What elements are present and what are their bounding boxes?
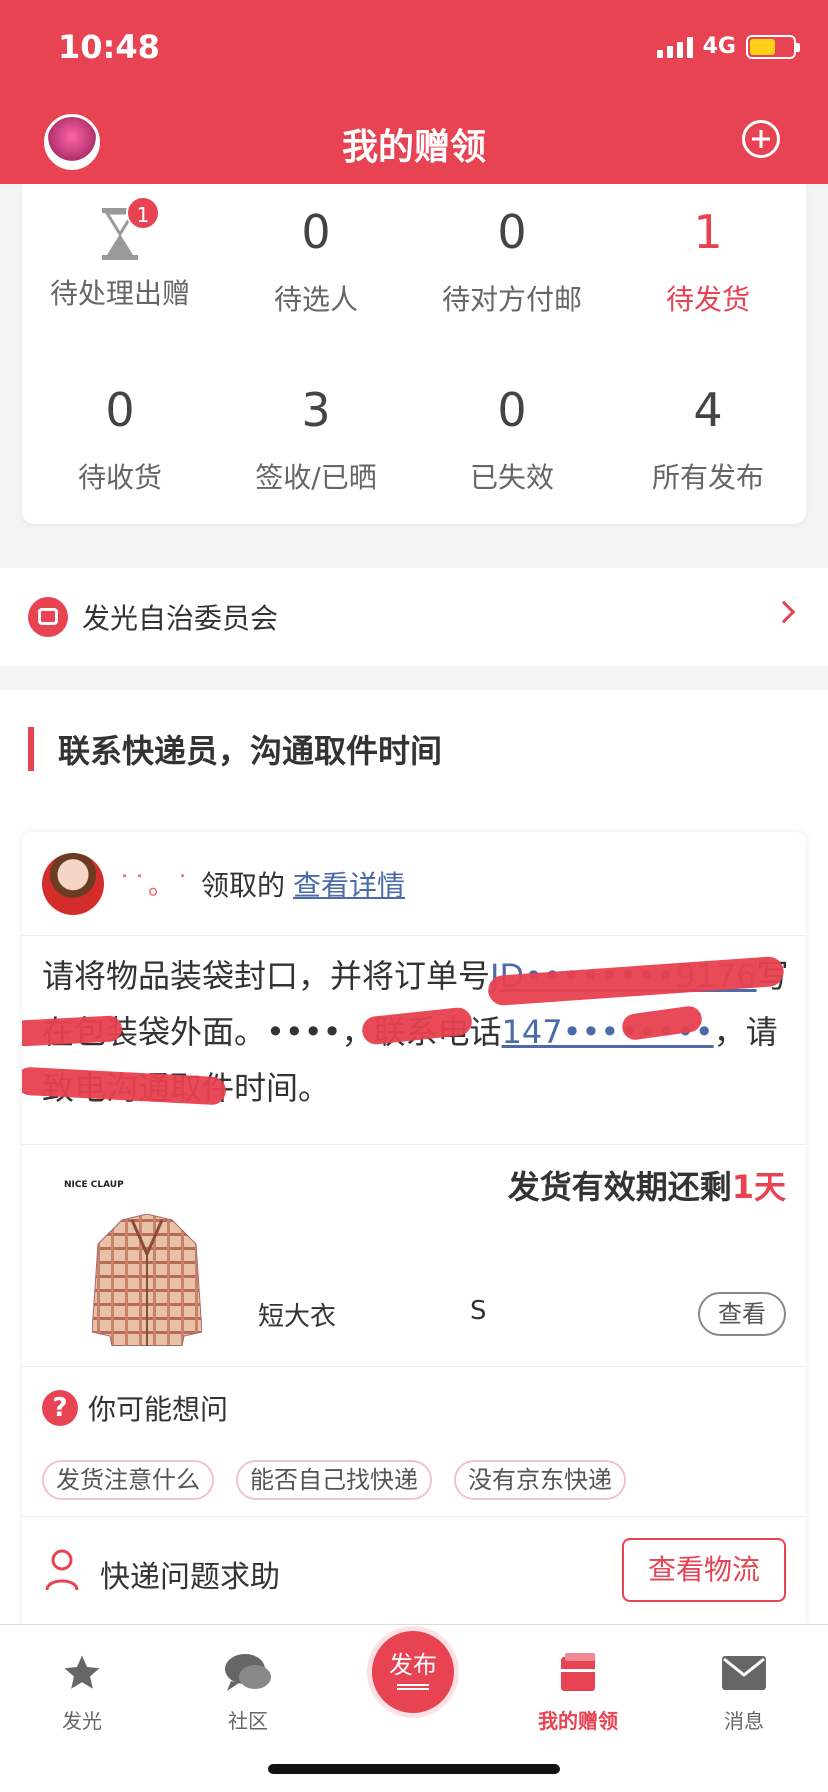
- chat-icon: [188, 1647, 308, 1699]
- faq-section: ? 你可能想问 发货注意什么 能否自己找快递 没有京东快递: [22, 1366, 806, 1516]
- claimer-text: 领取的: [201, 868, 286, 902]
- deadline-label: 发货有效期还剩: [507, 1168, 732, 1206]
- tab-label: 消息: [724, 1709, 764, 1733]
- home-indicator[interactable]: [268, 1764, 560, 1774]
- stat-signed[interactable]: 3 签收/已晒: [218, 380, 414, 496]
- stat-label: 签收/已晒: [255, 461, 377, 494]
- courier-help-label[interactable]: 快递问题求助: [100, 1552, 280, 1596]
- deadline-value: 1天: [731, 1168, 786, 1206]
- tab-messages[interactable]: 消息: [684, 1647, 804, 1734]
- faq-header: ? 你可能想问: [42, 1388, 228, 1428]
- status-indicators: 4G: [656, 34, 800, 59]
- tab-label: 社区: [228, 1709, 268, 1733]
- instruction-text: 请将物品装袋封口，并将订单号: [42, 957, 491, 995]
- committee-icon: [28, 597, 68, 637]
- stat-label: 待对方付邮: [441, 283, 582, 316]
- chevron-right-icon: [772, 600, 796, 624]
- tab-label: 发光: [62, 1709, 102, 1733]
- publish-button[interactable]: 发布: [372, 1631, 454, 1713]
- section-title: 联系快递员，沟通取件时间: [58, 732, 443, 770]
- stats-card: 1 待处理出赠 0 待选人 0 待对方付邮 1 待发货 0 待收货 3 签收/已…: [22, 184, 806, 524]
- status-time: 10:48: [58, 28, 160, 66]
- claimer-row: ˙˙。˙ 领取的 查看详情: [22, 832, 806, 936]
- publish-icon: [397, 1684, 429, 1690]
- stat-label: 待发货: [665, 283, 750, 316]
- stat-pending-postage[interactable]: 0 待对方付邮: [414, 202, 610, 318]
- publish-label: 发布: [389, 1651, 437, 1679]
- page-title: 我的赠领: [341, 127, 486, 168]
- product-row: NICE CLAUP 发货有效期还剩1天 短大衣 S 查看: [22, 1144, 806, 1366]
- section-header: 联系快递员，沟通取件时间: [28, 726, 442, 772]
- stat-value: 0: [105, 383, 135, 437]
- product-image[interactable]: NICE CLAUP: [42, 1166, 202, 1346]
- stat-label: 所有发布: [651, 461, 764, 494]
- mail-icon: [684, 1647, 804, 1699]
- stat-value: 1: [693, 205, 723, 259]
- stat-label: 待处理出赠: [49, 277, 190, 310]
- faq-chip[interactable]: 发货注意什么: [42, 1460, 214, 1500]
- shipping-deadline: 发货有效期还剩1天: [508, 1162, 786, 1208]
- product-name: 短大衣: [258, 1302, 337, 1332]
- order-card: ˙˙。˙ 领取的 查看详情 请将物品装袋封口，并将订单号JD••••••••91…: [22, 832, 806, 1632]
- stat-pending-receive[interactable]: 0 待收货: [22, 380, 218, 496]
- stat-label: 待收货: [77, 461, 162, 494]
- stat-pending-select[interactable]: 0 待选人: [218, 202, 414, 318]
- app-header: 10:48 4G 我的赠领: [0, 0, 828, 184]
- faq-chip[interactable]: 能否自己找快递: [236, 1460, 432, 1500]
- signal-icon: [656, 36, 693, 58]
- view-product-button[interactable]: 查看: [698, 1292, 786, 1336]
- stat-value: 0: [497, 205, 527, 259]
- person-icon: [45, 1549, 79, 1591]
- product-size: S: [470, 1296, 487, 1326]
- battery-icon: [746, 34, 800, 59]
- claimer-avatar[interactable]: [42, 852, 104, 915]
- product-brand: NICE CLAUP: [64, 1180, 124, 1190]
- stats-row: 0 待收货 3 签收/已晒 0 已失效 4 所有发布: [22, 380, 806, 496]
- section-accent-bar: [28, 727, 34, 771]
- stat-label: 待选人: [273, 283, 358, 316]
- gift-icon: [518, 1647, 638, 1699]
- faq-title: 你可能想问: [88, 1393, 229, 1426]
- question-icon: ?: [42, 1390, 78, 1426]
- view-logistics-button[interactable]: 查看物流: [622, 1538, 786, 1602]
- stat-value: 0: [301, 205, 331, 259]
- tab-label: 我的赠领: [538, 1709, 618, 1733]
- claimer-name: ˙˙。˙: [118, 871, 192, 901]
- stat-value: 3: [301, 383, 331, 437]
- stat-label: 已失效: [469, 461, 554, 494]
- stat-expired[interactable]: 0 已失效: [414, 380, 610, 496]
- courier-name: ••••: [266, 1013, 342, 1051]
- tab-my-gifts[interactable]: 我的赠领: [518, 1647, 638, 1734]
- faq-chip[interactable]: 没有京东快递: [454, 1460, 626, 1500]
- stat-pending-ship[interactable]: 1 待发货: [610, 202, 806, 318]
- stat-pending-process[interactable]: 1 待处理出赠: [22, 196, 218, 318]
- committee-label: 发光自治委员会: [82, 602, 279, 635]
- stat-value: 0: [497, 383, 527, 437]
- notification-badge: 1: [126, 196, 160, 230]
- network-label: 4G: [702, 34, 736, 59]
- faq-chips: 发货注意什么 能否自己找快递 没有京东快递: [42, 1460, 626, 1500]
- stat-value: 4: [693, 383, 723, 437]
- stats-row: 1 待处理出赠 0 待选人 0 待对方付邮 1 待发货: [22, 196, 806, 318]
- tab-glow[interactable]: 发光: [22, 1647, 142, 1734]
- courier-help-row: 快递问题求助 查看物流: [22, 1516, 806, 1632]
- star-icon: [22, 1647, 142, 1699]
- add-icon[interactable]: [742, 120, 780, 158]
- committee-row[interactable]: 发光自治委员会: [0, 568, 828, 666]
- view-details-link[interactable]: 查看详情: [293, 864, 405, 904]
- coat-image: [92, 1214, 202, 1346]
- tab-community[interactable]: 社区: [188, 1647, 308, 1734]
- stat-all-posts[interactable]: 4 所有发布: [610, 380, 806, 496]
